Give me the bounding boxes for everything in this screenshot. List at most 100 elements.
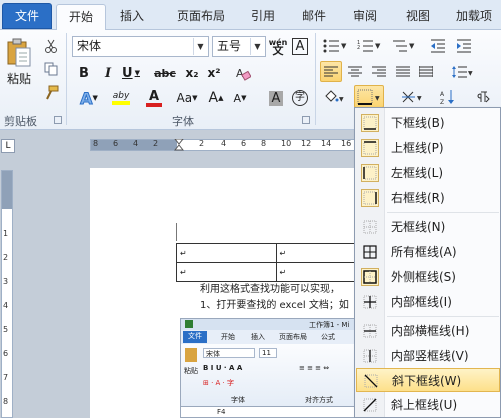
tab-review[interactable]: 审阅 [345, 4, 385, 30]
ruler-number: 10 [281, 139, 292, 148]
decrease-indent-icon [431, 39, 445, 53]
font-size-combo[interactable]: 五号 ▼ [212, 36, 266, 57]
menu-item-diagonal-up[interactable]: 斜上框线(U) [356, 393, 500, 417]
ruler-number: 3 [3, 277, 9, 286]
table-cell[interactable]: ↵ [176, 262, 277, 282]
borders-button[interactable]: ▼ [354, 85, 384, 108]
menu-item-label: 上框线(P) [391, 141, 444, 155]
menu-item-all-borders[interactable]: 所有框线(A) [356, 240, 500, 264]
indent-marker-icon[interactable] [174, 139, 184, 151]
align-left-icon [324, 66, 338, 76]
align-right-icon [372, 66, 386, 76]
document-table[interactable]: ↵ ↵ ↵ ↵ [176, 243, 376, 282]
svg-text:▼: ▼ [375, 42, 381, 50]
menu-item-inside-vertical[interactable]: 内部竖框线(V) [356, 344, 500, 368]
increase-indent-button[interactable] [454, 36, 474, 56]
menu-item-label: 内部竖框线(V) [391, 349, 469, 363]
embedded-color-icons: ⊞ · A · 字 [203, 379, 235, 387]
tab-view[interactable]: 视图 [398, 4, 438, 30]
ruler-number: 8 [93, 139, 99, 148]
show-marks-button[interactable] [474, 87, 494, 107]
right-border-icon [361, 189, 379, 207]
vertical-ruler[interactable]: 1 2 3 4 5 6 7 8 [1, 170, 13, 418]
multilevel-list-button[interactable]: ▼ [388, 36, 418, 56]
increase-indent-icon [457, 39, 471, 53]
ruler-number: 8 [3, 397, 9, 406]
superscript-button[interactable]: x² [204, 63, 224, 83]
horizontal-ruler[interactable]: 8 6 4 2 2 4 6 8 10 12 14 16 [90, 139, 358, 151]
ruler-number: 2 [199, 139, 205, 148]
clipboard-dialog-launcher[interactable] [54, 116, 62, 124]
chevron-down-icon[interactable]: ▼ [250, 38, 264, 55]
align-right-button[interactable] [369, 61, 389, 82]
subscript-button[interactable]: x₂ [182, 63, 202, 83]
group-separator [315, 33, 316, 125]
left-border-icon [361, 164, 379, 182]
text-effects-button[interactable]: A ▼ [74, 88, 104, 108]
align-left-button[interactable] [320, 61, 342, 82]
ruler-number: 14 [321, 139, 332, 148]
underline-button[interactable]: U ▼ [120, 63, 142, 83]
chevron-down-icon[interactable]: ▼ [193, 38, 207, 55]
ruler-number: 4 [221, 139, 227, 148]
svg-text:▼: ▼ [375, 95, 380, 102]
ruler-number: 4 [3, 301, 9, 310]
character-border-button[interactable]: A [290, 36, 310, 57]
font-dialog-launcher[interactable] [302, 116, 310, 124]
font-color-button[interactable]: A [140, 88, 168, 108]
decrease-indent-button[interactable] [428, 36, 448, 56]
shading-button[interactable]: ▼ [320, 87, 348, 107]
justify-button[interactable] [393, 61, 413, 82]
cut-button[interactable] [42, 37, 60, 55]
menu-item-right-border[interactable]: 右框线(R) [356, 186, 500, 210]
menu-item-inside-borders[interactable]: 内部框线(I) [356, 290, 500, 314]
chinese-layout-button[interactable]: ▼ [398, 87, 426, 107]
format-painter-button[interactable] [42, 84, 60, 102]
tab-file[interactable]: 文件 [2, 3, 52, 29]
menu-item-top-border[interactable]: 上框线(P) [356, 136, 500, 160]
font-name-combo[interactable]: 宋体 ▼ [72, 36, 209, 57]
font-size-value: 五号 [217, 39, 242, 53]
menu-item-no-border[interactable]: 无框线(N) [356, 215, 500, 239]
clipboard-group-label: 剪贴板 [4, 115, 37, 128]
align-center-button[interactable] [345, 61, 365, 82]
shrink-font-button[interactable]: A ▼ [230, 88, 250, 108]
embedded-align-group: 对齐方式 [305, 396, 333, 404]
bullets-button[interactable]: ▼ [320, 36, 350, 56]
tab-references[interactable]: 引用 [243, 4, 283, 30]
menu-item-inside-horizontal[interactable]: 内部横框线(H) [356, 319, 500, 343]
enclose-characters-button[interactable]: 字 [290, 88, 310, 108]
tab-stop-selector[interactable]: L [1, 139, 15, 153]
tab-mailings[interactable]: 邮件 [294, 4, 334, 30]
embedded-font-group: 字体 [231, 396, 245, 404]
numbering-button[interactable]: 1 2 ▼ [354, 36, 384, 56]
change-case-button[interactable]: Aa ▼ [174, 88, 200, 108]
italic-button[interactable]: I [98, 63, 118, 83]
strikethrough-button[interactable]: abc [153, 63, 177, 83]
clear-formatting-button[interactable]: A [233, 63, 253, 83]
tab-page-layout[interactable]: 页面布局 [166, 4, 236, 30]
paste-button[interactable]: 粘贴 [2, 33, 36, 91]
menu-item-outside-borders[interactable]: 外侧框线(S) [356, 265, 500, 289]
bold-icon: B [79, 65, 89, 81]
menu-item-left-border[interactable]: 左框线(L) [356, 161, 500, 185]
character-shading-button[interactable]: A [266, 88, 286, 108]
line-spacing-button[interactable]: ▼ [448, 61, 476, 82]
tab-insert[interactable]: 插入 [112, 4, 152, 30]
embedded-font-box: 宋体 [203, 348, 255, 358]
sort-button[interactable]: AZ [438, 87, 458, 107]
grow-font-button[interactable]: A ▲ [206, 88, 226, 108]
tab-add-ins[interactable]: 加载项 [448, 4, 500, 30]
menu-separator [387, 212, 499, 213]
distributed-button[interactable] [416, 61, 436, 82]
bold-button[interactable]: B [74, 63, 94, 83]
phonetic-guide-button[interactable]: wén 文 [268, 36, 288, 57]
highlight-color-button[interactable]: aby [106, 88, 136, 108]
copy-button[interactable] [42, 60, 60, 78]
menu-item-bottom-border[interactable]: 下框线(B) [356, 111, 500, 135]
character-border-icon: A [291, 38, 309, 55]
menu-item-diagonal-down[interactable]: 斜下框线(W) [356, 368, 500, 392]
tab-home[interactable]: 开始 [56, 4, 106, 31]
table-cell[interactable]: ↵ [176, 243, 277, 263]
svg-text:Z: Z [440, 99, 444, 105]
